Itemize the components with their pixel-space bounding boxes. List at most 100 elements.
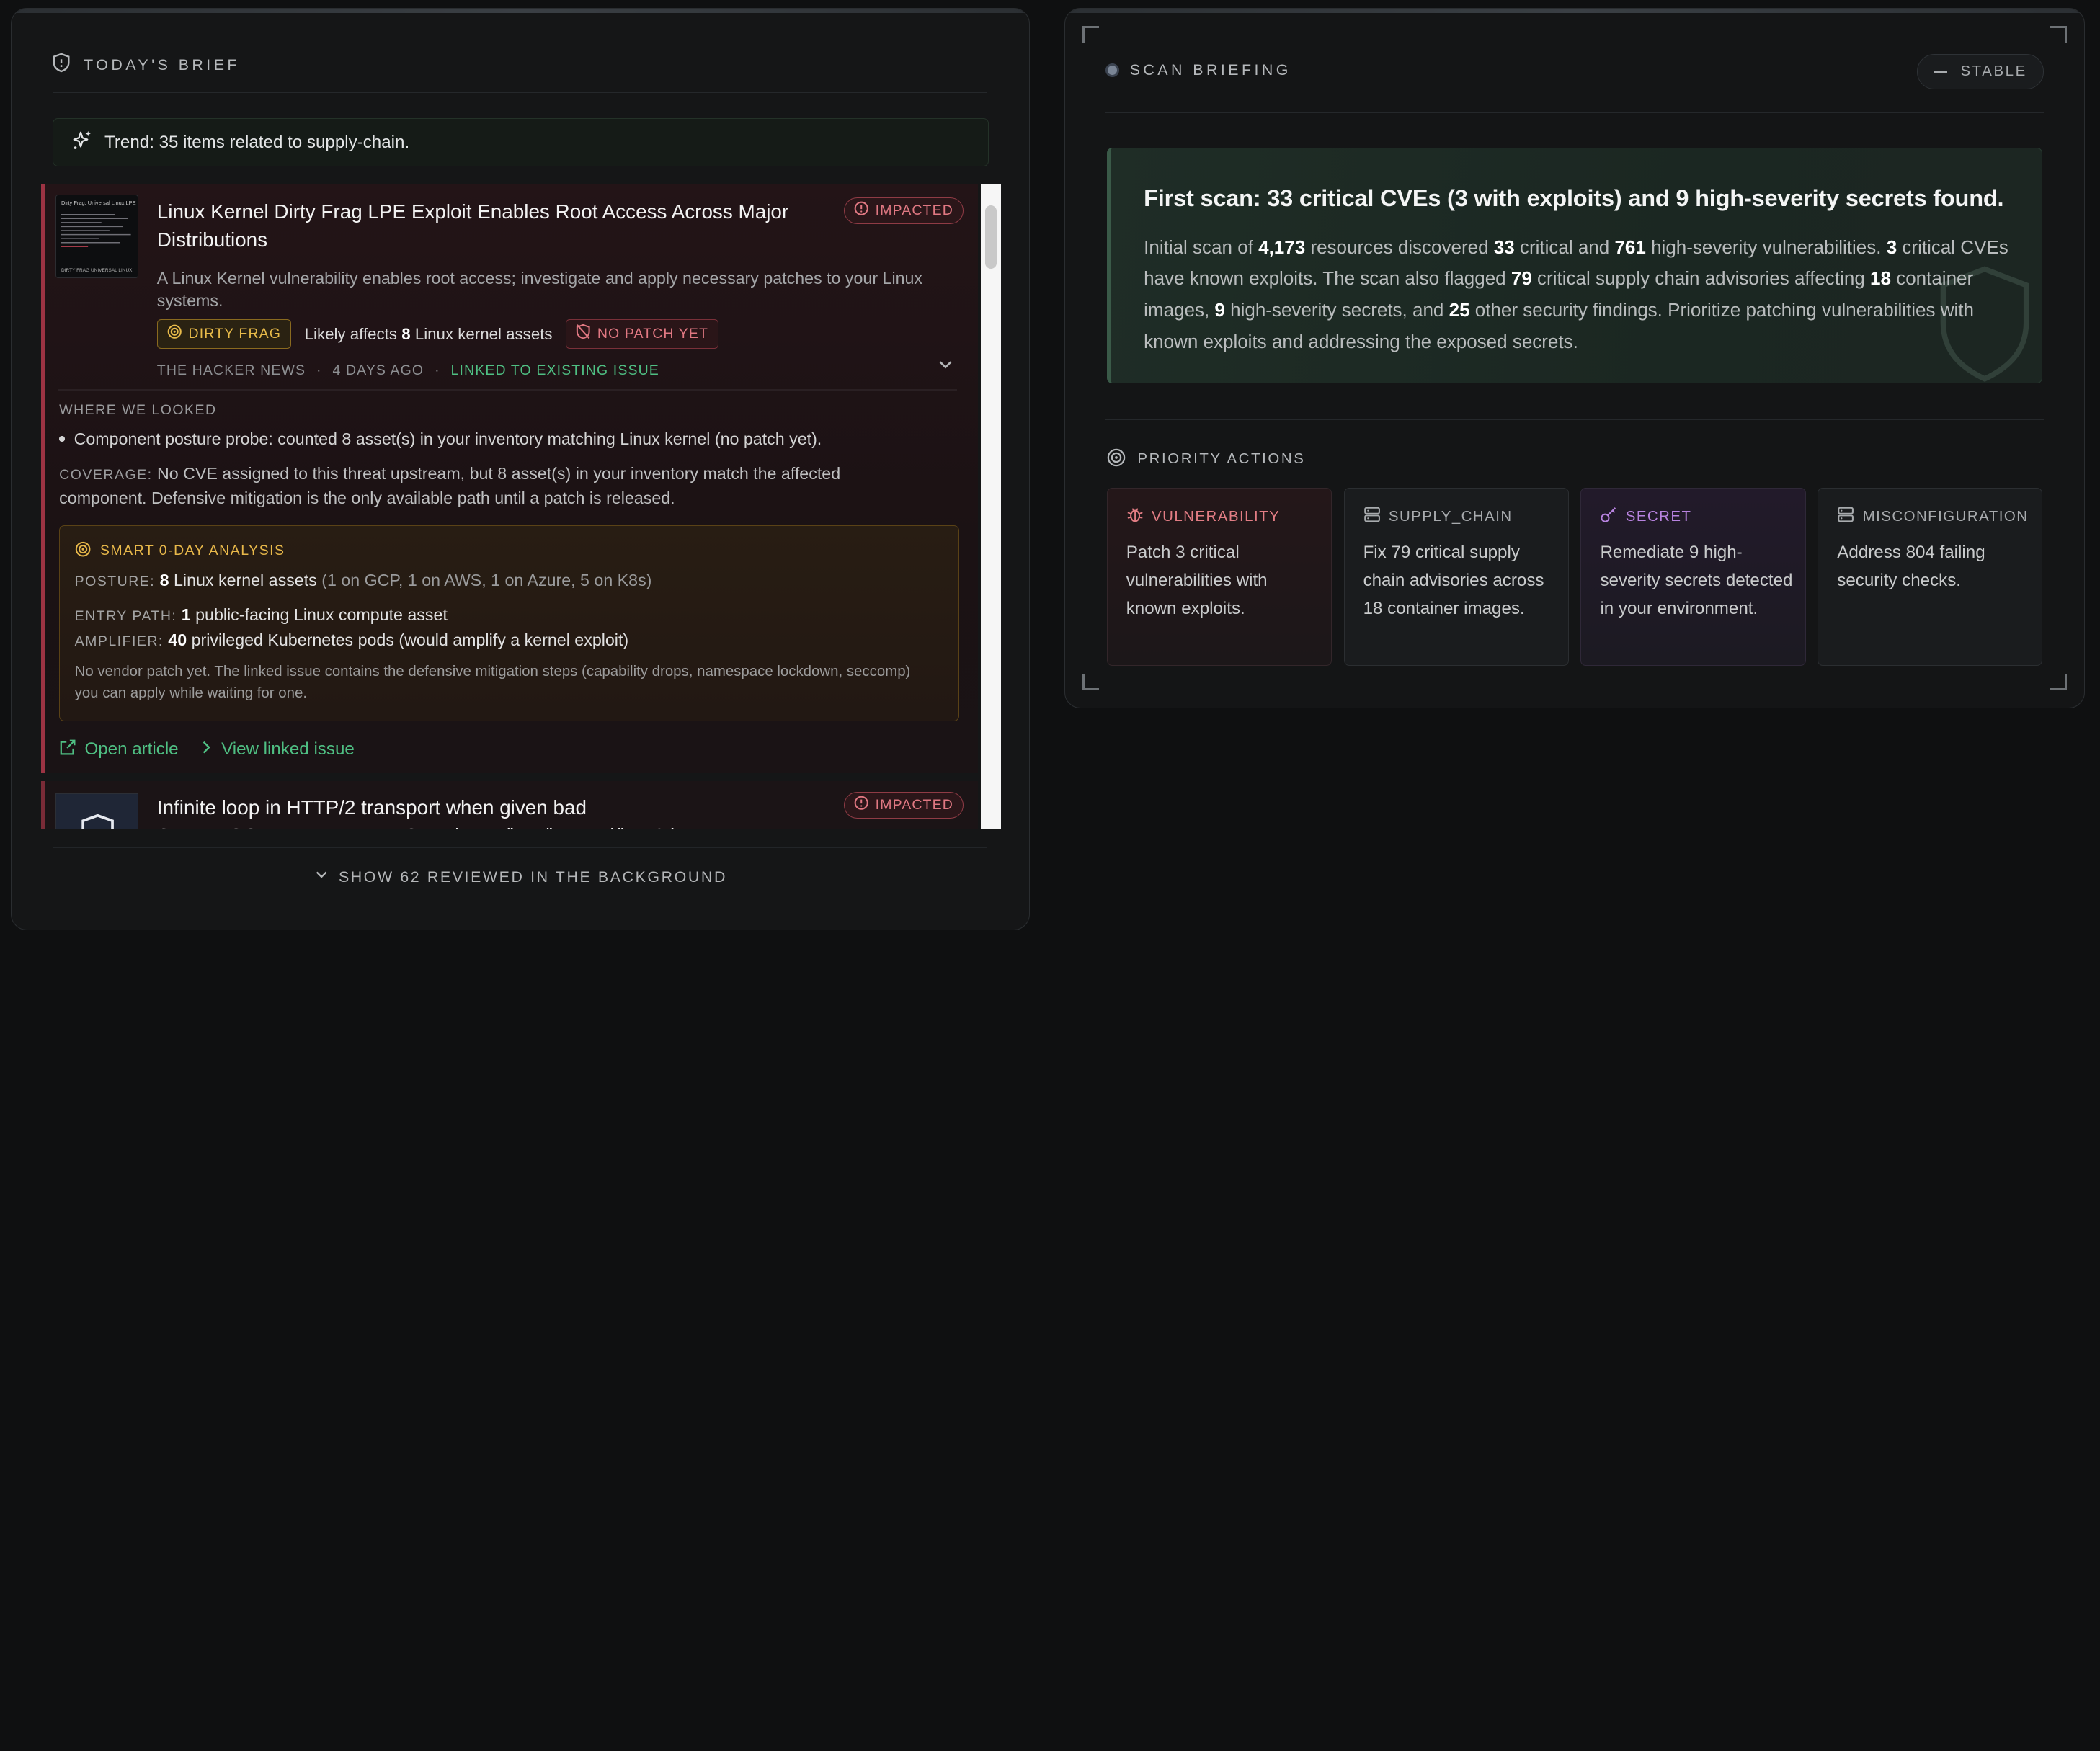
action-label: VULNERABILITY	[1151, 509, 1281, 525]
corner-bracket	[2050, 674, 2067, 690]
action-header: MISCONFIGURATION	[1837, 506, 2028, 527]
open-article-label: Open article	[84, 739, 179, 759]
thumbnail-code-lines	[61, 213, 131, 247]
minus-icon	[1934, 71, 1947, 73]
action-header: SUPPLY_CHAIN	[1363, 506, 1513, 527]
shield-off-icon	[576, 324, 590, 344]
action-text: Address 804 failing security checks.	[1837, 543, 1985, 591]
impacted-badge-label: IMPACTED	[875, 797, 953, 814]
action-text: Patch 3 critical vulnerabilities with kn…	[1126, 543, 1268, 619]
scan-summary-card: First scan: 33 critical CVEs (3 with exp…	[1106, 148, 2043, 384]
bullet	[59, 436, 65, 442]
show-reviewed-button[interactable]: SHOW 62 REVIEWED IN THE BACKGROUND	[12, 867, 1029, 887]
divider	[58, 388, 957, 391]
divider	[1105, 418, 2045, 420]
age: 4 DAYS AGO	[332, 362, 424, 378]
threat-meta: THE HACKER NEWS · 4 DAYS AGO · LINKED TO…	[157, 362, 659, 379]
status-badge: STABLE	[1917, 54, 2045, 89]
priority-actions-header: PRIORITY ACTIONS	[1107, 448, 1306, 471]
dirty-frag-tag: DIRTY FRAG	[156, 319, 292, 349]
where-item-text: Component posture probe: counted 8 asset…	[74, 429, 822, 448]
impacted-badge: IMPACTED	[843, 197, 964, 225]
impacted-badge: IMPACTED	[843, 792, 964, 819]
amplifier-label: AMPLIFIER:	[74, 633, 164, 650]
status-label: STABLE	[1960, 63, 2027, 79]
likely-affects: Likely affects 8 Linux kernel assets	[302, 325, 555, 344]
key-icon	[1600, 506, 1617, 527]
bug-icon	[1126, 506, 1144, 527]
action-text: Fix 79 critical supply chain advisories …	[1363, 543, 1544, 619]
entry-count: 1	[181, 605, 191, 624]
amplifier-row: AMPLIFIER: 40 privileged Kubernetes pods…	[75, 631, 629, 650]
priority-actions-title: PRIORITY ACTIONS	[1137, 451, 1306, 468]
threat-title[interactable]: Linux Kernel Dirty Frag LPE Exploit Enab…	[157, 197, 840, 254]
action-text: Remediate 9 high-severity secrets detect…	[1600, 543, 1793, 619]
amplifier-count: 40	[168, 631, 187, 650]
chevron-down-icon	[313, 867, 329, 887]
open-article-link[interactable]: Open article	[59, 739, 179, 761]
tag-label: DIRTY FRAG	[188, 326, 282, 342]
smart-analysis-title: SMART 0-DAY ANALYSIS	[99, 543, 285, 559]
scan-summary-text: Initial scan of 4,173 resources discover…	[1144, 236, 2008, 352]
threat-feed[interactable]: Dirty Frag: Universal Linux LPE DIRTY FR…	[40, 184, 1001, 830]
impacted-badge-label: IMPACTED	[875, 202, 953, 219]
alert-circle-icon	[854, 201, 868, 220]
divider	[1105, 112, 2045, 114]
threat-tags: DIRTY FRAG Likely affects 8 Linux kernel…	[156, 319, 719, 349]
threat-title[interactable]: Infinite loop in HTTP/2 transport when g…	[157, 793, 840, 829]
posture-count: 8	[159, 570, 169, 589]
threat-card[interactable]: Infinite loop in HTTP/2 transport when g…	[40, 781, 979, 830]
view-linked-issue-link[interactable]: View linked issue	[200, 739, 355, 760]
coverage-label: COVERAGE:	[59, 466, 153, 483]
divider	[53, 92, 988, 94]
no-patch-tag: NO PATCH YET	[566, 319, 719, 349]
amplifier-text: privileged Kubernetes pods (would amplif…	[191, 631, 629, 650]
trend-text: Trend: 35 items related to supply-chain.	[104, 132, 410, 152]
scan-briefing-header: SCAN BRIEFING	[1105, 61, 1291, 79]
entry-text: public-facing Linux compute asset	[195, 605, 448, 624]
action-label: MISCONFIGURATION	[1862, 509, 2029, 525]
sparkles-icon	[71, 130, 93, 156]
article-thumbnail[interactable]: Dirty Frag: Universal Linux LPE DIRTY FR…	[55, 195, 138, 278]
trend-banner: Trend: 35 items related to supply-chain.	[53, 118, 989, 167]
todays-brief-panel: TODAY'S BRIEF Trend: 35 items related to…	[10, 8, 1030, 931]
linked-issue-status[interactable]: LINKED TO EXISTING ISSUE	[451, 362, 659, 379]
action-header: SECRET	[1600, 506, 1691, 527]
entry-path-row: ENTRY PATH: 1 public-facing Linux comput…	[75, 605, 448, 625]
external-link-icon	[59, 739, 76, 761]
target-icon	[75, 541, 91, 561]
article-thumbnail[interactable]	[55, 793, 138, 830]
posture-label: POSTURE:	[74, 573, 156, 589]
where-we-looked-label: WHERE WE LOOKED	[59, 402, 217, 419]
meta-dot: ·	[435, 362, 440, 378]
feed-scrollbar[interactable]	[981, 184, 1001, 830]
action-card-secret[interactable]: SECRET Remediate 9 high-severity secrets…	[1580, 488, 1806, 667]
meta-dot: ·	[316, 362, 322, 378]
status-dot-icon	[1105, 63, 1119, 77]
where-we-looked-item: Component posture probe: counted 8 asset…	[59, 429, 822, 449]
action-card-supply-chain[interactable]: SUPPLY_CHAIN Fix 79 critical supply chai…	[1343, 488, 1569, 667]
action-header: VULNERABILITY	[1126, 506, 1281, 527]
action-card-misconfiguration[interactable]: MISCONFIGURATION Address 804 failing sec…	[1818, 488, 2043, 667]
chevron-right-icon	[200, 739, 213, 760]
no-patch-label: NO PATCH YET	[597, 326, 709, 342]
chevron-down-icon[interactable]	[936, 355, 955, 380]
brief-header: TODAY'S BRIEF	[53, 53, 239, 77]
entry-label: ENTRY PATH:	[74, 607, 177, 624]
smart-analysis-header: SMART 0-DAY ANALYSIS	[75, 541, 285, 561]
likely-suffix: Linux kernel assets	[414, 324, 553, 343]
scan-briefing-panel: SCAN BRIEFING STABLE First scan: 33 crit…	[1064, 8, 2085, 708]
show-reviewed-label: SHOW 62 REVIEWED IN THE BACKGROUND	[338, 868, 727, 886]
server-icon	[1837, 506, 1854, 527]
action-card-vulnerability[interactable]: VULNERABILITY Patch 3 critical vulnerabi…	[1106, 488, 1332, 667]
posture-detail: (1 on GCP, 1 on AWS, 1 on Azure, 5 on K8…	[321, 570, 652, 589]
scrollbar-thumb[interactable]	[984, 205, 997, 269]
scan-headline: First scan: 33 critical CVEs (3 with exp…	[1144, 184, 2004, 211]
smart-analysis-box: SMART 0-DAY ANALYSIS POSTURE: 8 Linux ke…	[59, 525, 959, 721]
smart-analysis-note: No vendor patch yet. The linked issue co…	[74, 663, 911, 701]
threat-card[interactable]: Dirty Frag: Universal Linux LPE DIRTY FR…	[40, 184, 979, 774]
divider	[53, 847, 988, 849]
source: THE HACKER NEWS	[156, 362, 306, 378]
corner-bracket	[1082, 26, 1099, 43]
action-label: SUPPLY_CHAIN	[1388, 509, 1513, 525]
